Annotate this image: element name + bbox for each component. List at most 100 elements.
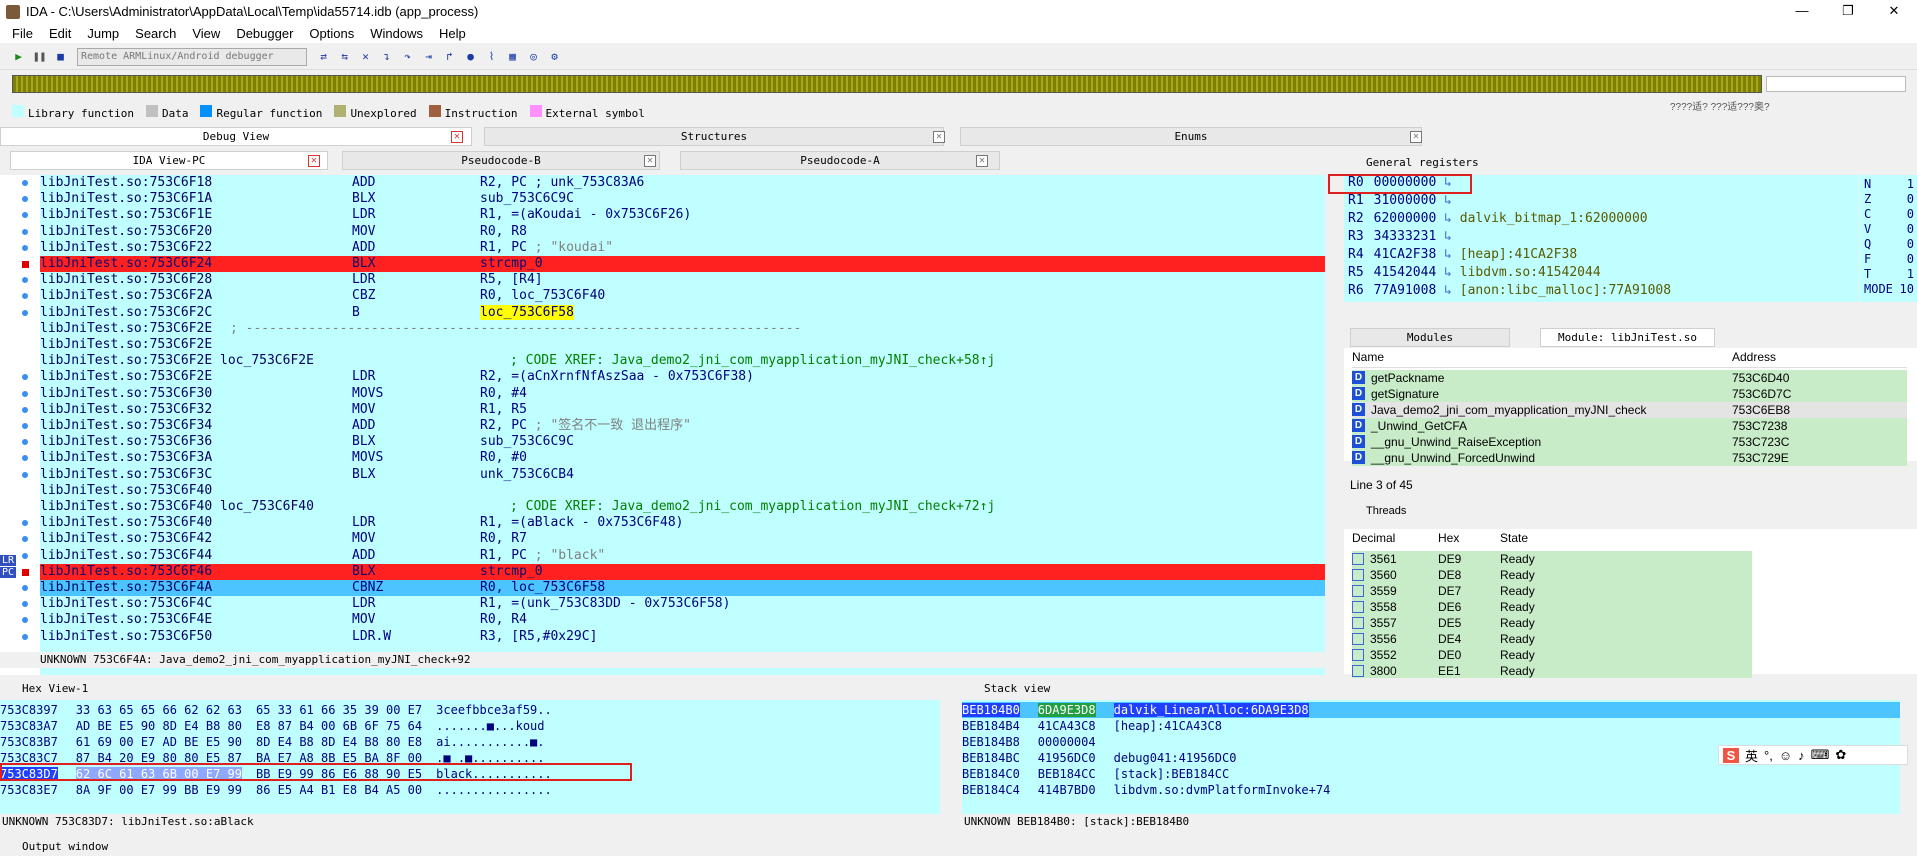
code-line[interactable]: libJniTest.so:753C6F40 LDR R1, =(aBlack - … xyxy=(40,515,1325,531)
hex-row[interactable]: 753C83E7 8A 9F 00 E7 99 BB E9 99 86 E5 A4 … xyxy=(0,782,940,798)
tab-debug-view[interactable]: Debug View xyxy=(0,127,472,146)
code-line[interactable]: libJniTest.so:753C6F34 ADD R2, PC ; "签名不一致… xyxy=(40,418,1325,434)
code-line[interactable]: libJniTest.so:753C6F24 BLX strcmp_0 xyxy=(40,256,1325,272)
register-row[interactable]: R4 41CA2F38 ↳ [heap]:41CA2F38 xyxy=(1348,247,1577,263)
flag-row[interactable]: V0 xyxy=(1864,222,1914,237)
module-list[interactable]: Name Address DgetPackname 753C6D40 DgetSig… xyxy=(1344,348,1917,466)
register-value[interactable]: 34333231 xyxy=(1374,229,1437,244)
flag-row[interactable]: Z0 xyxy=(1864,192,1914,207)
stack-row[interactable]: BEB184C0 BEB184CC [stack]:BEB184CC xyxy=(962,766,1900,782)
code-line[interactable]: libJniTest.so:753C6F28 LDR R5, [R4] xyxy=(40,272,1325,288)
minimize-icon[interactable]: — xyxy=(1779,0,1825,23)
code-line[interactable]: libJniTest.so:753C6F2C Bloc_753C6F58 xyxy=(40,304,1325,321)
code-line[interactable]: libJniTest.so:753C6F4E MOV R0, R4 xyxy=(40,612,1325,628)
register-value[interactable]: 62000000 xyxy=(1374,211,1437,226)
breakpoint-icon[interactable] xyxy=(22,261,29,268)
code-line[interactable]: libJniTest.so:753C6F2E loc_753C6F2E ; COD… xyxy=(40,353,1325,369)
ime-mic-icon[interactable]: ♪ xyxy=(1798,748,1805,763)
run-to-cursor-icon[interactable]: ⇥ xyxy=(420,48,437,65)
ime-emoji-icon[interactable]: ☺ xyxy=(1779,748,1792,763)
flag-value[interactable]: 1 xyxy=(1907,267,1914,282)
code-line[interactable]: libJniTest.so:753C6F20 MOV R0, R8 xyxy=(40,224,1325,240)
register-row[interactable]: R3 34333231 ↳ xyxy=(1348,229,1460,245)
close-pseudocode-b-icon[interactable]: ✕ xyxy=(644,155,656,167)
code-line[interactable]: libJniTest.so:753C6F1A BLX sub_753C6C9C xyxy=(40,191,1325,207)
terminate-icon[interactable]: ✕ xyxy=(357,48,374,65)
col-address[interactable]: Address xyxy=(1732,350,1776,367)
stack-row[interactable]: BEB184B4 41CA43C8 [heap]:41CA43C8 xyxy=(962,718,1900,734)
flag-value[interactable]: 0 xyxy=(1907,252,1914,267)
hex-row[interactable]: 753C83A7 AD BE E5 90 8D E4 B8 80 E8 87 B4 … xyxy=(0,718,940,734)
stop-icon[interactable]: ■ xyxy=(52,48,69,65)
menu-help[interactable]: Help xyxy=(431,26,474,41)
module-row[interactable]: DgetSignature 753C6D7C xyxy=(1352,386,1907,402)
register-value[interactable]: 41542044 xyxy=(1374,265,1437,280)
col-decimal[interactable]: Decimal xyxy=(1352,531,1438,549)
flag-row[interactable]: T1 xyxy=(1864,267,1914,282)
register-value[interactable]: 77A91008 xyxy=(1374,283,1437,298)
menu-debugger[interactable]: Debugger xyxy=(228,26,301,41)
register-row[interactable]: R2 62000000 ↳ dalvik_bitmap_1:62000000 xyxy=(1348,211,1648,227)
code-line[interactable]: libJniTest.so:753C6F4A CBNZ R0, loc_753C6F… xyxy=(40,580,1325,596)
code-line[interactable]: libJniTest.so:753C6F46 BLX strcmp_0 xyxy=(40,563,1325,580)
module-row[interactable]: D Java_demo2_jni_com_myapplication_myJNI_… xyxy=(1352,402,1907,418)
flag-row[interactable]: MODE 10 xyxy=(1864,282,1914,297)
tab-modules[interactable]: Modules xyxy=(1350,328,1510,347)
stack-row[interactable]: BEB184C4 414B7BD0 libdvm.so:dvmPlatformInv… xyxy=(962,782,1900,798)
ime-skin-icon[interactable]: ✿ xyxy=(1835,747,1846,763)
navigation-strip[interactable] xyxy=(12,75,1762,93)
code-scrollbar[interactable] xyxy=(1325,175,1339,675)
flags-view[interactable]: N 1 Z 0 C 0 V 0 Q 0 F 0 T 1 MODE 10 xyxy=(1860,175,1917,302)
registers-view[interactable]: R0 00000000 ↳ R1 31000000 ↳ R2 62000000 ↳ d… xyxy=(1344,175,1859,302)
view-icon[interactable]: ▦ xyxy=(504,48,521,65)
tab-enums[interactable]: Enums xyxy=(960,127,1422,146)
flag-value[interactable]: 1 xyxy=(1907,177,1914,192)
thread-row[interactable]: 3559 DE7 Ready xyxy=(1352,583,1752,599)
thread-row[interactable]: 3556 DE4 Ready xyxy=(1352,631,1752,647)
menu-edit[interactable]: Edit xyxy=(41,26,79,41)
detach-icon[interactable]: ⇆ xyxy=(336,48,353,65)
code-line[interactable]: libJniTest.so:753C6F22 ADD R1, PC ; "kouda… xyxy=(40,240,1325,256)
code-line[interactable]: libJniTest.so:753C6F40 loc_753C6F40 ; COD… xyxy=(40,499,1325,515)
code-line[interactable]: libJniTest.so:753C6F50 LDR.W R3, [R5,#0x29… xyxy=(40,629,1325,645)
pause-icon[interactable]: ❚❚ xyxy=(31,48,48,65)
watch-icon[interactable]: ◎ xyxy=(525,48,542,65)
close-debug-view-icon[interactable]: ✕ xyxy=(451,131,463,143)
flag-value[interactable]: 0 xyxy=(1907,222,1914,237)
menu-options[interactable]: Options xyxy=(301,26,362,41)
step-into-icon[interactable]: ↴ xyxy=(378,48,395,65)
register-value[interactable]: 41CA2F38 xyxy=(1374,247,1437,262)
code-line[interactable]: libJniTest.so:753C6F42 MOV R0, R7 xyxy=(40,531,1325,547)
register-row[interactable]: R5 41542044 ↳ libdvm.so:41542044 xyxy=(1348,265,1601,281)
nav-dropdown[interactable] xyxy=(1766,76,1906,92)
hex-row[interactable]: 753C8397 33 63 65 65 66 62 62 63 65 33 61 … xyxy=(0,702,940,718)
code-line[interactable]: libJniTest.so:753C6F2E xyxy=(40,337,1325,353)
flag-row[interactable]: N1 xyxy=(1864,177,1914,192)
register-value[interactable]: 31000000 xyxy=(1374,193,1437,208)
menu-jump[interactable]: Jump xyxy=(79,26,127,41)
menu-file[interactable]: File xyxy=(4,26,41,41)
close-pseudocode-a-icon[interactable]: ✕ xyxy=(976,155,988,167)
attach-icon[interactable]: ⇄ xyxy=(315,48,332,65)
module-row[interactable]: DgetPackname 753C6D40 xyxy=(1352,370,1907,386)
flag-value[interactable]: 0 xyxy=(1907,207,1914,222)
hex-row[interactable]: 753C83B7 61 69 00 E7 AD BE E5 90 8D E4 B8 … xyxy=(0,734,940,750)
thread-row[interactable]: 3561 DE9 Ready xyxy=(1352,551,1752,567)
step-over-icon[interactable]: ↷ xyxy=(399,48,416,65)
breakpoint-icon[interactable]: ● xyxy=(462,48,479,65)
settings-icon[interactable]: ⚙ xyxy=(546,48,563,65)
tab-ida-view-pc[interactable]: IDA View-PC xyxy=(10,151,328,170)
close-enums-icon[interactable]: ✕ xyxy=(1410,131,1422,143)
col-hex[interactable]: Hex xyxy=(1438,531,1500,549)
thread-row[interactable]: 3557 DE5 Ready xyxy=(1352,615,1752,631)
code-line[interactable]: libJniTest.so:753C6F44 ADD R1, PC ; "black… xyxy=(40,548,1325,564)
ime-keyboard-icon[interactable]: ⌨ xyxy=(1811,747,1830,763)
module-row[interactable]: D __gnu_Unwind_ForcedUnwind 753C729E xyxy=(1352,450,1907,466)
stack-row[interactable]: BEB184B0 6DA9E3D8 dalvik_LinearAlloc:6DA9E… xyxy=(962,702,1900,718)
code-line[interactable]: libJniTest.so:753C6F30 MOVS R0, #4 xyxy=(40,386,1325,402)
thread-row[interactable]: 3558 DE6 Ready xyxy=(1352,599,1752,615)
code-line[interactable]: libJniTest.so:753C6F36 BLX sub_753C6C9C xyxy=(40,434,1325,450)
disassembly-view[interactable]: libJniTest.so:753C6F18 ADD R2, PC ; unk_75… xyxy=(0,175,1325,675)
code-line[interactable]: libJniTest.so:753C6F4C LDR R1, =(unk_753C8… xyxy=(40,596,1325,612)
tab-structures[interactable]: Structures xyxy=(484,127,944,146)
